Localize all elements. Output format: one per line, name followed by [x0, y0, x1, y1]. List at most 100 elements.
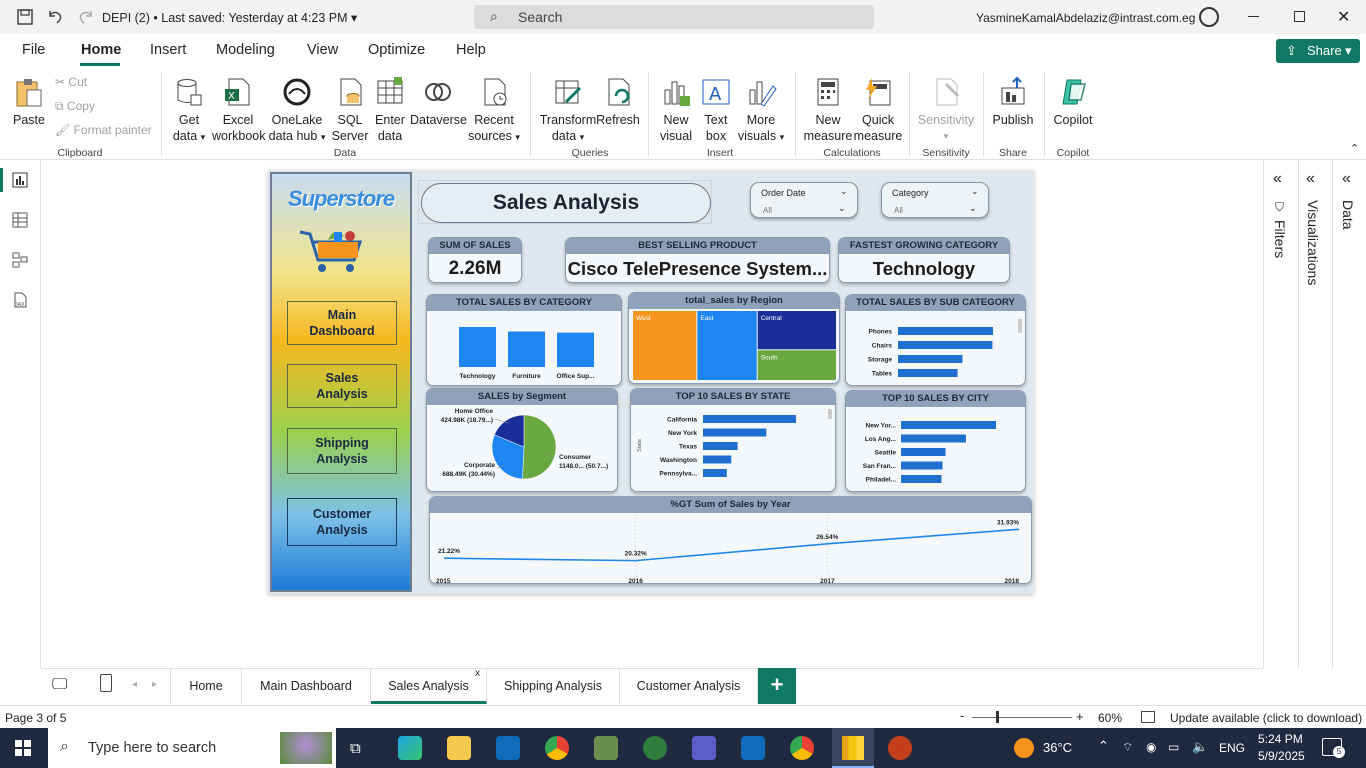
clock-time[interactable]: 5:24 PM: [1258, 732, 1303, 746]
page-tab-main-dashboard[interactable]: Main Dashboard: [242, 668, 371, 704]
nav-sales-analysis-button[interactable]: Sales Analysis: [287, 364, 397, 408]
prev-page-icon[interactable]: ◂: [132, 679, 137, 690]
powerpoint-icon[interactable]: [888, 736, 912, 760]
file-title[interactable]: DEPI (2) • Last saved: Yesterday at 4:23…: [102, 10, 357, 25]
new-visual-button[interactable]: New visual: [656, 76, 696, 144]
clock-date[interactable]: 5/9/2025: [1258, 749, 1305, 763]
outlook-icon[interactable]: [741, 736, 765, 760]
nav-shipping-analysis-button[interactable]: Shipping Analysis: [287, 428, 397, 474]
text-box-button[interactable]: A Text box: [698, 76, 734, 144]
scrollbar[interactable]: [828, 409, 832, 419]
dataverse-button[interactable]: Dataverse: [410, 76, 467, 128]
nav-customer-analysis-button[interactable]: Customer Analysis: [287, 498, 397, 546]
page-tab-customer-analysis[interactable]: Customer Analysis: [620, 668, 758, 704]
copy-button[interactable]: ⧉ Copy: [55, 99, 95, 114]
volume-icon[interactable]: 🔈: [1192, 739, 1208, 755]
expand-visualizations-icon[interactable]: «: [1306, 170, 1315, 188]
fit-to-page-icon[interactable]: [1141, 711, 1155, 723]
task-view-icon[interactable]: ⧉: [350, 740, 361, 757]
restore-icon[interactable]: [1294, 11, 1305, 22]
data-pane-label[interactable]: Data: [1340, 200, 1356, 230]
refresh-button[interactable]: Refresh: [596, 76, 640, 128]
account-icon[interactable]: [1199, 7, 1219, 27]
notification-icon[interactable]: 5: [1322, 738, 1345, 758]
onelake-button[interactable]: OneLake data hub ▾: [268, 76, 326, 145]
weather-temp[interactable]: 36°C: [1043, 740, 1072, 755]
close-icon[interactable]: ✕: [1337, 7, 1350, 27]
chart-total-sales-by-sub-category[interactable]: TOTAL SALES BY SUB CATEGORY Phones Chairs…: [845, 294, 1026, 386]
tab-modeling[interactable]: Modeling: [216, 42, 275, 58]
page-tab-sales-analysis[interactable]: Sales Analysis x: [371, 668, 487, 704]
dax-view-icon[interactable]: DAX: [12, 292, 28, 308]
quick-measure-button[interactable]: Quick measure: [853, 76, 903, 144]
chrome-profile-icon[interactable]: [790, 736, 814, 760]
format-painter-button[interactable]: 🖌 Format painter: [55, 123, 152, 137]
power-bi-taskbar-button[interactable]: [832, 728, 874, 768]
copilot-button[interactable]: Copilot: [1050, 76, 1096, 128]
teams-icon[interactable]: [692, 736, 716, 760]
chart-total-sales-by-region[interactable]: total_sales by Region West East Central Sou…: [628, 292, 840, 384]
wifi-icon[interactable]: ⌔: [1122, 740, 1133, 755]
tab-insert[interactable]: Insert: [150, 42, 186, 58]
undo-icon[interactable]: [45, 7, 65, 27]
search-box[interactable]: ⌕ Search: [474, 5, 874, 29]
collapse-ribbon-icon[interactable]: ⌃: [1350, 142, 1359, 155]
tab-help[interactable]: Help: [456, 42, 486, 58]
redo-icon[interactable]: [76, 7, 96, 27]
scrollbar[interactable]: [1018, 319, 1022, 333]
battery-icon[interactable]: ▭: [1168, 740, 1179, 754]
filters-pane-label[interactable]: Filters: [1272, 220, 1288, 258]
chart-top10-sales-by-city[interactable]: TOP 10 SALES BY CITY New Yor... Los Ang..…: [845, 390, 1026, 492]
share-button[interactable]: ⇪ Share ▾: [1276, 39, 1360, 63]
update-notice[interactable]: Update available (click to download): [1170, 711, 1362, 725]
get-data-button[interactable]: Get data ▾: [168, 76, 210, 145]
slicer-order-date[interactable]: Order Date ⌄ All ⌄: [750, 182, 858, 218]
enter-data-button[interactable]: Enter data: [372, 76, 408, 144]
tab-optimize[interactable]: Optimize: [368, 42, 425, 58]
transform-data-button[interactable]: Transform data ▾: [538, 76, 598, 145]
chart-gt-sum-of-sales-by-year[interactable]: %GT Sum of Sales by Year 21.22% 2015 20.32…: [429, 496, 1032, 585]
mobile-layout-icon[interactable]: [100, 674, 112, 692]
visualizations-pane-label[interactable]: Visualizations: [1305, 200, 1321, 285]
add-page-button[interactable]: +: [758, 668, 796, 704]
zoom-slider-thumb[interactable]: [996, 711, 999, 723]
zoom-in-icon[interactable]: +: [1076, 709, 1084, 724]
excel-workbook-button[interactable]: X Excel workbook: [212, 76, 266, 144]
expand-data-icon[interactable]: «: [1342, 170, 1351, 188]
minimize-icon[interactable]: [1248, 16, 1259, 17]
chart-total-sales-by-category[interactable]: TOTAL SALES BY CATEGORY Technology Furnit…: [426, 294, 622, 386]
slicer-category[interactable]: Category ⌄ All ⌄: [881, 182, 989, 218]
tab-file[interactable]: File: [22, 42, 45, 58]
zoom-slider[interactable]: [972, 717, 1072, 718]
chart-sales-by-segment[interactable]: SALES by Segment Consumer 1148.0... (50.7…: [426, 388, 618, 492]
windows-start-icon[interactable]: [15, 740, 31, 756]
edge-icon[interactable]: [398, 736, 422, 760]
desktop-layout-icon[interactable]: 🖵: [52, 676, 67, 694]
report-view-icon[interactable]: [12, 172, 28, 188]
page-tab-home[interactable]: Home: [170, 668, 242, 704]
taskbar-search[interactable]: ⌕ Type here to search: [48, 728, 336, 768]
more-visuals-button[interactable]: More visuals ▾: [736, 76, 786, 145]
paste-button[interactable]: Paste: [10, 76, 48, 128]
chart-top10-sales-by-state[interactable]: TOP 10 SALES BY STATE State California Ne…: [630, 388, 836, 492]
next-page-icon[interactable]: ▸: [152, 679, 157, 690]
model-view-icon[interactable]: [12, 252, 28, 268]
tab-view[interactable]: View: [307, 42, 338, 58]
chevron-up-icon[interactable]: ⌃: [1098, 738, 1109, 754]
page-tab-shipping-analysis[interactable]: Shipping Analysis: [487, 668, 620, 704]
close-tab-icon[interactable]: x: [475, 656, 480, 692]
zoom-out-icon[interactable]: -: [960, 708, 964, 723]
table-view-icon[interactable]: [12, 212, 28, 228]
language-indicator[interactable]: ENG: [1219, 741, 1245, 755]
network-icon[interactable]: ◉: [1146, 740, 1156, 754]
cut-button[interactable]: ✂ Cut: [55, 75, 87, 89]
outlook-icon[interactable]: [496, 736, 520, 760]
app-icon[interactable]: [643, 736, 667, 760]
recent-sources-button[interactable]: Recent sources ▾: [466, 76, 522, 145]
sql-server-button[interactable]: SQL Server: [330, 76, 370, 144]
file-explorer-icon[interactable]: [447, 736, 471, 760]
app-icon[interactable]: [594, 736, 618, 760]
tab-home[interactable]: Home: [81, 42, 121, 58]
nav-main-dashboard-button[interactable]: Main Dashboard: [287, 301, 397, 345]
publish-button[interactable]: Publish: [991, 76, 1035, 128]
